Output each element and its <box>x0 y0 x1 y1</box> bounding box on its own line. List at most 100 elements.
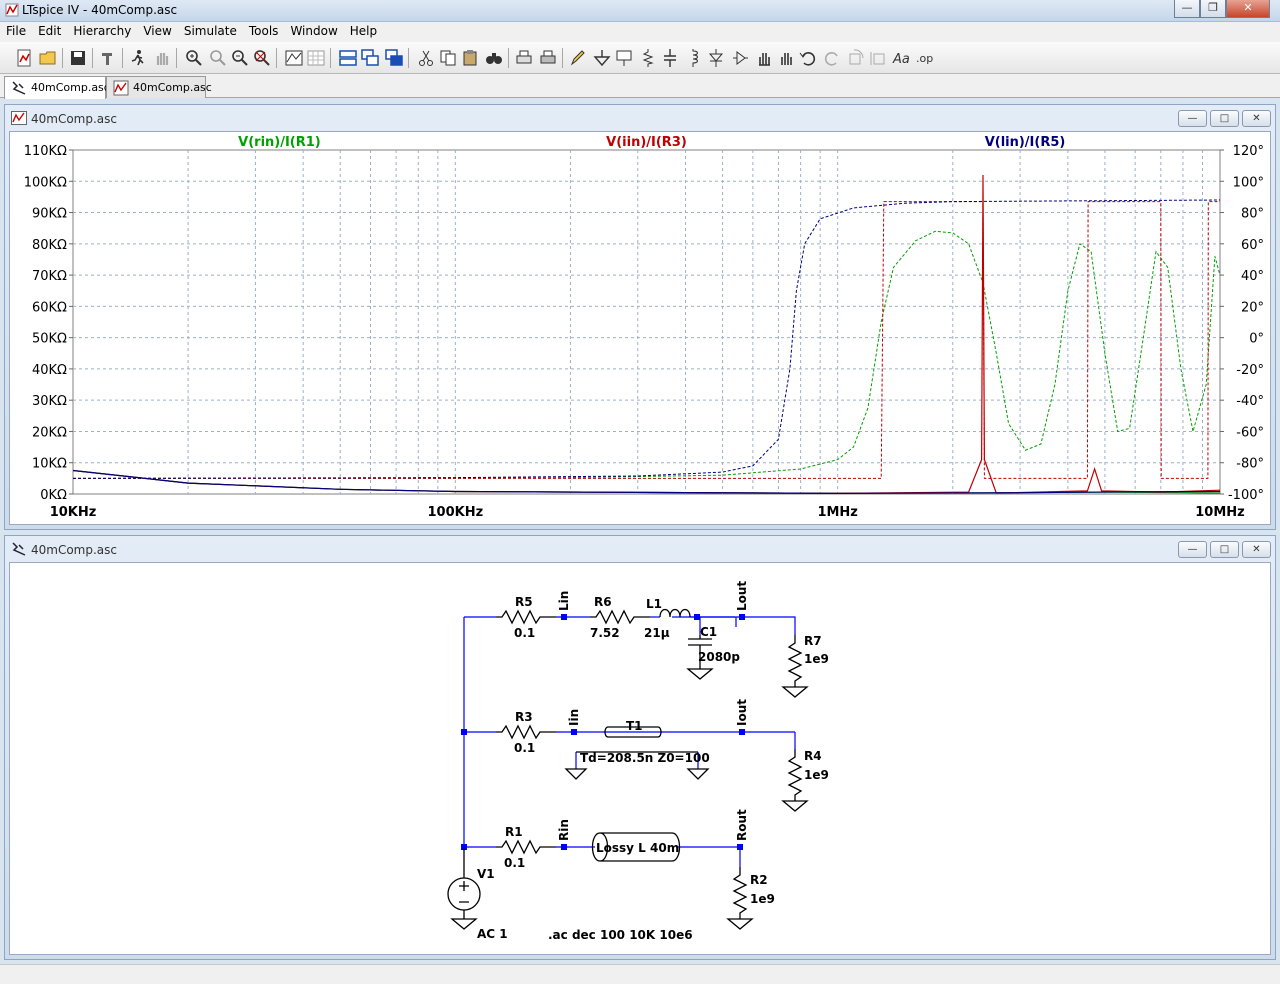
trace-phase-2[interactable] <box>72 199 1221 479</box>
y-left-tick-label: 30KΩ <box>32 394 67 409</box>
tile-horizontal-icon[interactable] <box>338 48 358 68</box>
x-axis-ticks: 10KHz 100KHz 1MHz 10MHz <box>50 505 1245 520</box>
move-hand-icon[interactable] <box>754 48 774 68</box>
ground-icon[interactable] <box>592 48 612 68</box>
menu-tools[interactable]: Tools <box>243 22 285 42</box>
pan-icon[interactable] <box>208 48 228 68</box>
autorange-icon[interactable] <box>284 48 304 68</box>
grid-icon[interactable] <box>306 48 326 68</box>
schematic-window: 40mComp.asc — □ ✕ R5 0.1 R6 7.52 L1 21µ … <box>4 535 1276 960</box>
y-right-tick-label: 20° <box>1241 300 1264 315</box>
tile-vertical-icon[interactable] <box>384 48 404 68</box>
paste-icon[interactable] <box>460 48 480 68</box>
title-bar: LTspice IV - 40mComp.asc — ❐ ✕ <box>0 0 1280 22</box>
menu-simulate[interactable]: Simulate <box>178 22 243 42</box>
close-button[interactable]: ✕ <box>1226 0 1270 18</box>
trace-magnitude-0[interactable] <box>72 469 1221 495</box>
schematic-icon <box>12 81 26 95</box>
ground-r4 <box>781 800 809 812</box>
y-left-tick-label: 50KΩ <box>32 332 67 347</box>
legend-entry-1[interactable]: V(iin)/I(R3) <box>606 135 687 150</box>
waveform-maximize-button[interactable]: □ <box>1210 110 1239 127</box>
label-r7-ref: R7 <box>804 634 822 648</box>
plot-grid <box>73 150 1220 494</box>
halt-hand-icon[interactable] <box>152 48 172 68</box>
rotate-icon[interactable] <box>846 48 866 68</box>
component-icon[interactable] <box>730 48 750 68</box>
undo-icon[interactable] <box>798 48 818 68</box>
schematic-icon <box>12 542 26 556</box>
save-icon[interactable] <box>68 48 88 68</box>
label-c1-ref: C1 <box>700 625 717 639</box>
control-panel-hammer-icon[interactable] <box>98 48 118 68</box>
capacitor-icon[interactable] <box>660 48 680 68</box>
resistor-icon[interactable] <box>638 48 658 68</box>
net-label-rin: Rin <box>557 819 571 841</box>
spice-directive-icon[interactable]: .op <box>914 48 934 68</box>
schematic-minimize-button[interactable]: — <box>1178 541 1207 558</box>
draw-wire-pencil-icon[interactable] <box>568 48 588 68</box>
resistor-r3 <box>496 724 556 740</box>
trace-magnitude-1[interactable] <box>72 174 1221 495</box>
schematic-canvas[interactable]: R5 0.1 R6 7.52 L1 21µ C1 2080p R7 1e9 R3… <box>9 562 1271 955</box>
y-left-tick-label: 80KΩ <box>32 238 67 253</box>
spice-directive: .ac dec 100 10K 10e6 <box>548 928 693 942</box>
inductor-l1 <box>659 608 691 618</box>
run-simulation-icon[interactable] <box>128 48 148 68</box>
restore-button[interactable]: ❐ <box>1200 0 1226 18</box>
menu-hierarchy[interactable]: Hierarchy <box>67 22 137 42</box>
waveform-close-button[interactable]: ✕ <box>1242 110 1271 127</box>
net-label-iout: Iout <box>735 699 749 726</box>
drag-hand-icon[interactable] <box>776 48 796 68</box>
label-r5-value: 0.1 <box>514 626 535 640</box>
window-title: LTspice IV - 40mComp.asc <box>22 3 178 17</box>
tab-schematic[interactable]: 40mComp.asc <box>4 76 110 99</box>
menu-file[interactable]: File <box>0 22 32 42</box>
waveform-chart[interactable]: 110KΩ 100KΩ 90KΩ 80KΩ 70KΩ 60KΩ 50KΩ 40KΩ 30KΩ 20… <box>10 132 1272 526</box>
resistor-r6 <box>590 609 650 625</box>
find-binoculars-icon[interactable] <box>484 48 504 68</box>
redo-icon[interactable] <box>822 48 842 68</box>
mirror-icon[interactable] <box>868 48 888 68</box>
print-setup-icon[interactable] <box>514 48 534 68</box>
y-right-tick-label: -20° <box>1236 363 1264 378</box>
x-tick-label: 10MHz <box>1195 505 1244 520</box>
y-right-tick-label: -100° <box>1228 488 1264 503</box>
label-c1-value: 2080p <box>698 650 740 664</box>
legend-entry-0[interactable]: V(rin)/I(R1) <box>238 135 321 150</box>
schematic-maximize-button[interactable]: □ <box>1210 541 1239 558</box>
legend-entry-2[interactable]: V(lin)/I(R5) <box>985 135 1066 150</box>
tab-waveform[interactable]: 40mComp.asc <box>106 76 212 98</box>
toolbar: Aa .op <box>0 42 1280 74</box>
menu-view[interactable]: View <box>137 22 177 42</box>
schematic-close-button[interactable]: ✕ <box>1242 541 1271 558</box>
ground-t1-right <box>686 768 710 780</box>
text-aa-icon[interactable]: Aa <box>892 48 912 68</box>
zoom-fit-icon[interactable] <box>252 48 272 68</box>
menu-edit[interactable]: Edit <box>32 22 67 42</box>
waveform-window-title: 40mComp.asc <box>31 112 118 126</box>
print-icon[interactable] <box>538 48 558 68</box>
menu-window[interactable]: Window <box>284 22 343 42</box>
waveform-icon <box>11 111 27 125</box>
minimize-button[interactable]: — <box>1174 0 1200 18</box>
cascade-icon[interactable] <box>360 48 380 68</box>
zoom-out-icon[interactable] <box>230 48 250 68</box>
diode-icon[interactable] <box>706 48 726 68</box>
resistor-r1 <box>496 839 556 855</box>
inductor-icon[interactable] <box>684 48 704 68</box>
cut-icon[interactable] <box>416 48 436 68</box>
new-schematic-icon[interactable] <box>14 48 34 68</box>
label-net-icon[interactable] <box>614 48 634 68</box>
menu-help[interactable]: Help <box>344 22 383 42</box>
open-folder-icon[interactable] <box>38 48 58 68</box>
label-r6-value: 7.52 <box>590 626 620 640</box>
trace-magnitude-2[interactable] <box>72 469 1221 495</box>
zoom-in-icon[interactable] <box>184 48 204 68</box>
trace-phase-0[interactable] <box>73 230 1221 479</box>
trace-phase-1[interactable] <box>73 201 1220 479</box>
copy-icon[interactable] <box>438 48 458 68</box>
schematic-drawing[interactable]: R5 0.1 R6 7.52 L1 21µ C1 2080p R7 1e9 R3… <box>10 563 1272 956</box>
waveform-plot-area[interactable]: 110KΩ 100KΩ 90KΩ 80KΩ 70KΩ 60KΩ 50KΩ 40KΩ 30KΩ 20… <box>9 131 1271 525</box>
waveform-minimize-button[interactable]: — <box>1178 110 1207 127</box>
